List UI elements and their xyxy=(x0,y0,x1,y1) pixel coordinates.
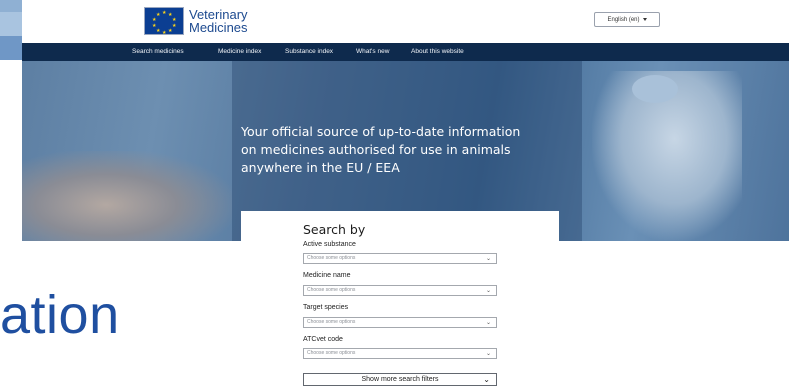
nav-substance-index[interactable]: Substance index xyxy=(285,43,333,61)
target-species-placeholder: Choose some options xyxy=(307,319,356,325)
hero-animal-image xyxy=(22,151,232,241)
nav-medicine-index[interactable]: Medicine index xyxy=(218,43,261,61)
active-substance-select[interactable]: Choose some options ⌄ xyxy=(303,253,497,264)
hero-tagline-line: on medicines authorised for use in anima… xyxy=(241,142,511,157)
main-navigation: Search medicines Medicine index Substanc… xyxy=(22,43,789,61)
nav-whats-new[interactable]: What's new xyxy=(356,43,389,61)
eu-flag-icon: ★ ★ ★ ★ ★ ★ ★ ★ ★ ★ xyxy=(144,7,184,36)
atcvet-code-label: ATCvet code xyxy=(303,336,343,343)
veterinary-medicines-website: ★ ★ ★ ★ ★ ★ ★ ★ ★ ★ Veterinary Medicines… xyxy=(22,0,789,386)
atcvet-code-placeholder: Choose some options xyxy=(307,350,356,356)
caret-down-icon xyxy=(642,18,647,21)
active-substance-label: Active substance xyxy=(303,241,356,248)
active-substance-placeholder: Choose some options xyxy=(307,255,356,261)
site-header: ★ ★ ★ ★ ★ ★ ★ ★ ★ ★ Veterinary Medicines… xyxy=(22,0,789,43)
hero-tagline: Your official source of up-to-date infor… xyxy=(241,123,581,177)
site-logo[interactable]: ★ ★ ★ ★ ★ ★ ★ ★ ★ ★ Veterinary Medicines xyxy=(144,4,248,38)
language-label: English (en) xyxy=(607,16,640,23)
chevron-down-icon: ⌄ xyxy=(483,375,490,384)
chevron-down-icon: ⌄ xyxy=(485,256,491,262)
show-more-filters-button[interactable]: Show more search filters ⌄ xyxy=(303,373,497,386)
slide-strip-block xyxy=(0,0,24,12)
nav-about-website[interactable]: About this website xyxy=(411,43,464,61)
logo-text: Veterinary Medicines xyxy=(189,8,248,34)
medicine-name-select[interactable]: Choose some options ⌄ xyxy=(303,285,497,296)
chevron-down-icon: ⌄ xyxy=(485,351,491,357)
language-selector[interactable]: English (en) xyxy=(594,12,660,27)
hero-face-mask-image xyxy=(632,75,678,103)
hero-tagline-line: Your official source of up-to-date infor… xyxy=(241,124,521,139)
slide-color-strip xyxy=(0,0,24,60)
chevron-down-icon: ⌄ xyxy=(485,288,491,294)
medicine-name-label: Medicine name xyxy=(303,272,351,279)
search-panel xyxy=(241,211,559,386)
chevron-down-icon: ⌄ xyxy=(485,320,491,326)
show-more-filters-label: Show more search filters xyxy=(361,376,439,383)
target-species-select[interactable]: Choose some options ⌄ xyxy=(303,317,497,328)
slide-partial-heading: ation xyxy=(0,285,120,345)
medicine-name-placeholder: Choose some options xyxy=(307,287,356,293)
target-species-label: Target species xyxy=(303,304,349,311)
nav-search-medicines[interactable]: Search medicines xyxy=(132,43,184,61)
search-panel-title: Search by xyxy=(303,222,366,237)
slide-strip-block xyxy=(0,36,24,60)
atcvet-code-select[interactable]: Choose some options ⌄ xyxy=(303,348,497,359)
slide-strip-block xyxy=(0,12,24,36)
logo-line-2: Medicines xyxy=(189,20,248,35)
hero-tagline-line: anywhere in the EU / EEA xyxy=(241,160,400,175)
